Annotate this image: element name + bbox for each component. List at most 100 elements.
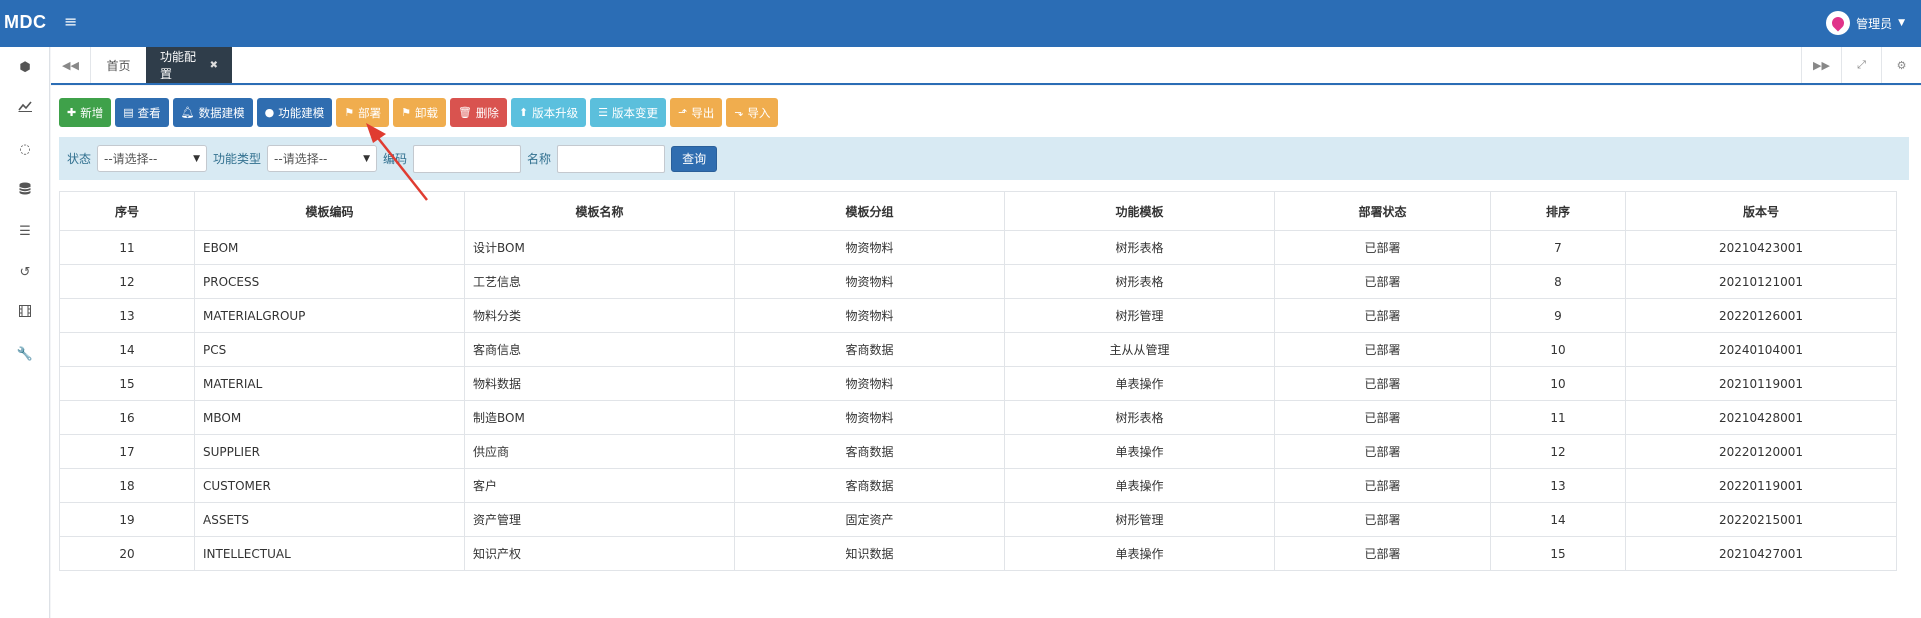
version-upgrade-button[interactable]: ⬆ 版本升级 <box>510 98 587 127</box>
caret-down-icon[interactable]: ▼ <box>1898 18 1905 28</box>
table-cell: 物资物料 <box>734 298 1005 333</box>
table-cell: 已部署 <box>1274 332 1491 367</box>
table-cell: 物资物料 <box>734 400 1005 435</box>
deploy-button[interactable]: ⚑ 部署 <box>336 98 390 127</box>
table-cell: 工艺信息 <box>464 264 735 299</box>
sidebar-item-film[interactable] <box>0 293 50 333</box>
table-row[interactable]: 18 CUSTOMER 客户 客商数据 单表操作 已部署 13 20220119001 <box>59 468 1897 503</box>
cube-icon: ⬢ <box>19 59 31 75</box>
tab-home[interactable]: 首页 <box>91 47 147 83</box>
hamburger-icon[interactable]: ≡ <box>64 14 77 30</box>
fullscreen-icon[interactable]: ⤢ <box>1841 47 1881 83</box>
export-icon: ⬏ <box>678 106 688 119</box>
column-header[interactable]: 版本号 <box>1625 191 1897 231</box>
table-cell: PCS <box>194 332 465 367</box>
version-change-button[interactable]: ☰ 版本变更 <box>590 98 667 127</box>
table-cell: 14 <box>1490 502 1626 537</box>
sidebar-item-spinner[interactable]: ◌ <box>0 129 50 169</box>
upload-icon: ⬆ <box>518 106 529 119</box>
query-button[interactable]: 查询 <box>671 145 718 172</box>
table-cell: 客商数据 <box>734 332 1005 367</box>
column-header[interactable]: 模板编码 <box>194 191 465 231</box>
table-row[interactable]: 19 ASSETS 资产管理 固定资产 树形管理 已部署 14 20220215001 <box>59 502 1897 537</box>
table-cell: 11 <box>59 230 195 265</box>
tab-function-config[interactable]: 功能配置 ✖ <box>146 47 232 83</box>
close-icon[interactable]: ✖ <box>210 60 218 71</box>
table-cell: ASSETS <box>194 502 465 537</box>
column-header[interactable]: 功能模板 <box>1004 191 1275 231</box>
table-cell: 11 <box>1490 400 1626 435</box>
table-cell: 供应商 <box>464 434 735 469</box>
scroll-right-icon[interactable]: ▶▶ <box>1801 47 1841 83</box>
function-modeling-button[interactable]: ● 功能建模 <box>256 98 333 127</box>
name-input[interactable] <box>557 144 666 173</box>
table-cell: 已部署 <box>1274 230 1491 265</box>
list-icon: ☰ <box>19 223 31 239</box>
table-row[interactable]: 20 INTELLECTUAL 知识产权 知识数据 单表操作 已部署 15 202104270… <box>59 536 1897 571</box>
table-cell: 物料分类 <box>464 298 735 333</box>
table-cell: SUPPLIER <box>194 434 465 469</box>
app-logo[interactable]: MDC <box>4 12 47 33</box>
data-table: 序号 模板编码 模板名称 模板分组 功能模板 部署状态 排序 版本号 11 EBO… <box>59 191 1897 571</box>
table-cell: 制造BOM <box>464 400 735 435</box>
avatar[interactable] <box>1826 11 1851 35</box>
data-modeling-button[interactable]: 🔔︎ 数据建模 <box>172 98 253 127</box>
table-cell: CUSTOMER <box>194 468 465 503</box>
export-button[interactable]: ⬏ 导出 <box>670 98 723 127</box>
deploy-icon: ⚑ <box>344 106 355 119</box>
import-button[interactable]: ⬎ 导入 <box>726 98 779 127</box>
table-cell: 20220120001 <box>1625 434 1897 469</box>
sidebar-item-list[interactable]: ☰ <box>0 211 50 251</box>
scroll-left-icon[interactable]: ◀◀ <box>51 47 91 83</box>
sidebar: ⬢ ◌ ☰ ↺ 🔧 <box>0 47 50 618</box>
table-row[interactable]: 17 SUPPLIER 供应商 客商数据 单表操作 已部署 12 20220120001 <box>59 434 1897 469</box>
column-header[interactable]: 模板名称 <box>464 191 735 231</box>
gear-icon[interactable]: ⚙ <box>1881 47 1921 83</box>
table-cell: 16 <box>59 400 195 435</box>
chart-line-icon <box>18 100 32 116</box>
table-cell: 树形表格 <box>1004 230 1275 265</box>
table-cell: 10 <box>1490 332 1626 367</box>
table-cell: 已部署 <box>1274 400 1491 435</box>
view-button[interactable]: ▤ 查看 <box>115 98 169 127</box>
function-type-label: 功能类型 <box>213 152 262 166</box>
uninstall-button[interactable]: ⚑ 卸载 <box>393 98 446 127</box>
delete-button[interactable]: 🗑︎ 删除 <box>449 98 507 127</box>
column-header[interactable]: 模板分组 <box>734 191 1005 231</box>
sidebar-item-database[interactable] <box>0 170 50 210</box>
table-cell: 15 <box>59 366 195 401</box>
table-cell: PROCESS <box>194 264 465 299</box>
table-cell: 物料数据 <box>464 366 735 401</box>
uninstall-icon: ⚑ <box>401 106 411 119</box>
sidebar-item-wrench[interactable]: 🔧 <box>0 334 50 374</box>
table-row[interactable]: 14 PCS 客商信息 客商数据 主从从管理 已部署 10 20240104001 <box>59 332 1897 367</box>
table-cell: 12 <box>1490 434 1626 469</box>
status-select[interactable]: --请选择-- ▼ <box>97 145 208 172</box>
table-row[interactable]: 11 EBOM 设计BOM 物资物料 树形表格 已部署 7 20210423001 <box>59 230 1897 265</box>
status-label: 状态 <box>67 152 92 166</box>
table-row[interactable]: 16 MBOM 制造BOM 物资物料 树形表格 已部署 11 20210428001 <box>59 400 1897 435</box>
table-cell: 13 <box>1490 468 1626 503</box>
table-cell: INTELLECTUAL <box>194 536 465 571</box>
sidebar-item-cube[interactable]: ⬢ <box>0 47 50 87</box>
table-cell: MBOM <box>194 400 465 435</box>
user-name[interactable]: 管理员 <box>1856 15 1892 32</box>
user-menu[interactable]: 管理员 ▼ <box>1826 11 1905 35</box>
add-button[interactable]: ✚ 新增 <box>59 98 112 127</box>
main-content: ✚ 新增 ▤ 查看 🔔︎ 数据建模 ● 功能建模 ⚑ 部署 ⚑ 卸载 🗑︎ 删除 ⬆ 版本升级 … <box>51 86 1921 618</box>
sidebar-item-history[interactable]: ↺ <box>0 252 50 292</box>
column-header[interactable]: 部署状态 <box>1274 191 1491 231</box>
table-row[interactable]: 15 MATERIAL 物料数据 物资物料 单表操作 已部署 10 20210119001 <box>59 366 1897 401</box>
table-row[interactable]: 12 PROCESS 工艺信息 物资物料 树形表格 已部署 8 20210121001 <box>59 264 1897 299</box>
column-header[interactable]: 序号 <box>59 191 195 231</box>
table-cell: 20 <box>59 536 195 571</box>
function-type-select[interactable]: --请选择-- ▼ <box>267 145 378 172</box>
table-row[interactable]: 13 MATERIALGROUP 物料分类 物资物料 树形管理 已部署 9 202201260… <box>59 298 1897 333</box>
code-input[interactable] <box>413 144 522 173</box>
sidebar-item-chart[interactable] <box>0 88 50 128</box>
table-cell: 15 <box>1490 536 1626 571</box>
column-header[interactable]: 排序 <box>1490 191 1626 231</box>
table-cell: 20220215001 <box>1625 502 1897 537</box>
table-cell: 17 <box>59 434 195 469</box>
search-bar: 状态 --请选择-- ▼ 功能类型 --请选择-- ▼ 编码 名称 查询 <box>59 137 1909 180</box>
